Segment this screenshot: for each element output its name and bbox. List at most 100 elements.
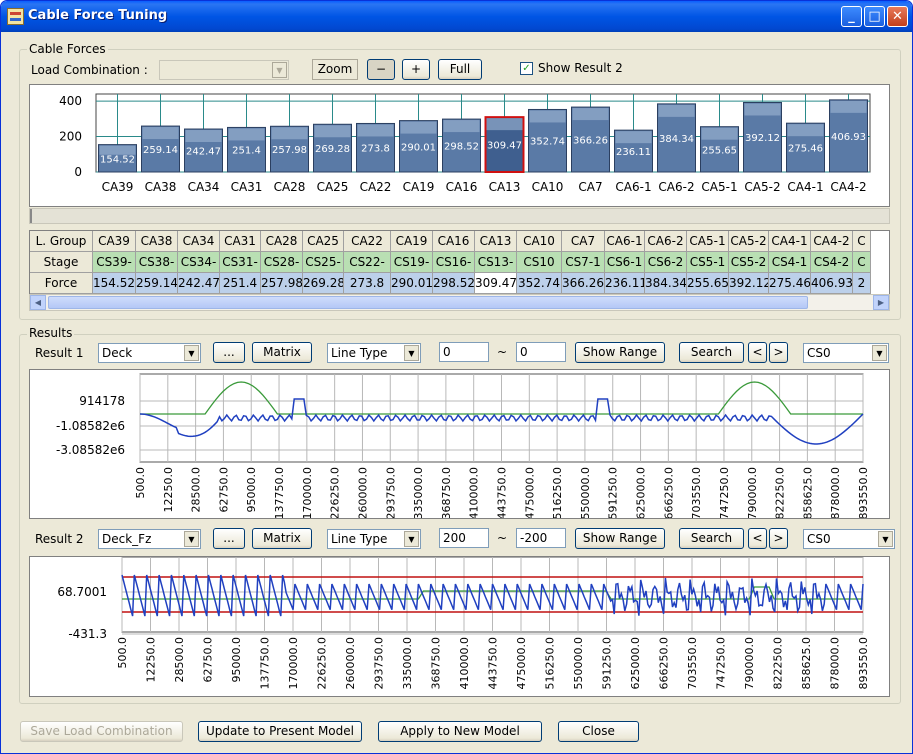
x-tick-label: 368750.0 (430, 637, 443, 690)
table-cell[interactable]: 298.52 (433, 273, 475, 294)
table-cell[interactable]: 290.01 (391, 273, 433, 294)
result2-range-to-input[interactable]: -200 (516, 528, 566, 548)
result1-next-button[interactable]: > (769, 342, 788, 363)
table-cell[interactable]: CS5-1 (687, 252, 729, 273)
result1-chart[interactable]: 914178 -1.08582e6 -3.08582e6 500.0 12250.0 28… (29, 369, 890, 520)
checkmark-icon: ✓ (522, 63, 531, 74)
result1-prev-button[interactable]: < (748, 342, 767, 363)
result1-type-select[interactable]: Deck ▼ (98, 343, 201, 363)
x-tick-label: CA5-1 (701, 180, 737, 194)
table-cell[interactable]: 257.98 (261, 273, 303, 294)
table-row: Force 154.52 259.14 242.47 251.4 257.98 269.28… (30, 273, 871, 294)
result1-browse-button[interactable]: ... (213, 342, 245, 363)
table-cell[interactable]: 251.4 (220, 273, 261, 294)
table-cell[interactable]: CS16- (433, 252, 475, 273)
x-tick-label: CA28 (274, 180, 306, 194)
row-header: Force (30, 273, 93, 294)
update-present-model-button[interactable]: Update to Present Model (198, 721, 362, 742)
result1-line-type-select[interactable]: Line Type ▼ (327, 343, 421, 363)
result1-search-button[interactable]: Search (679, 342, 744, 363)
result2-search-button[interactable]: Search (679, 528, 744, 549)
result2-show-range-button[interactable]: Show Range (575, 528, 665, 549)
result1-range-from-input[interactable]: 0 (439, 342, 489, 362)
bar-value-label: 406.93 (831, 132, 866, 143)
close-button[interactable]: Close (558, 721, 639, 742)
result2-next-button[interactable]: > (769, 528, 788, 549)
result1-range-to-input[interactable]: 0 (516, 342, 566, 362)
show-result2-checkbox[interactable]: ✓ (520, 62, 533, 75)
zoom-out-button[interactable]: − (367, 59, 395, 80)
table-cell[interactable]: 154.52 (93, 273, 136, 294)
result1-show-range-button[interactable]: Show Range (575, 342, 665, 363)
load-combination-select[interactable]: ▼ (159, 60, 289, 80)
table-cell[interactable]: 236.11 (605, 273, 645, 294)
table-cell[interactable]: CS31- (220, 252, 261, 273)
table-cell[interactable]: CS6-1 (605, 252, 645, 273)
maximize-button[interactable]: □ (864, 6, 885, 27)
table-cell[interactable]: CS34- (178, 252, 220, 273)
apply-new-model-button[interactable]: Apply to New Model (378, 721, 542, 742)
result2-stage-select[interactable]: CS0 ▼ (803, 529, 895, 549)
table-cell[interactable]: CS4-2 (811, 252, 853, 273)
bar-value-label: 236.11 (616, 147, 651, 158)
chart-splitter[interactable] (29, 208, 890, 224)
table-cell[interactable]: 406.93 (811, 273, 853, 294)
result1-stage-select[interactable]: CS0 ▼ (803, 343, 889, 363)
x-tick-label: CA4-2 (830, 180, 866, 194)
result2-matrix-button[interactable]: Matrix (252, 528, 312, 549)
scroll-thumb[interactable] (48, 296, 808, 309)
table-cell[interactable]: CS25- (303, 252, 344, 273)
full-button[interactable]: Full (438, 59, 482, 80)
result2-prev-button[interactable]: < (748, 528, 767, 549)
table-cell[interactable]: 273.8 (344, 273, 391, 294)
table-cell[interactable]: CS7-1 (562, 252, 605, 273)
table-cell[interactable]: CS19- (391, 252, 433, 273)
table-cell[interactable]: 275.46 (769, 273, 811, 294)
table-cell[interactable]: 352.74 (517, 273, 562, 294)
column-header: CA39 (93, 231, 136, 252)
x-tick-label: 368750.0 (440, 467, 453, 518)
result2-type-select[interactable]: Deck_Fz ▼ (98, 529, 201, 549)
bar-value-label: 257.98 (272, 145, 307, 156)
table-cell[interactable]: C (853, 252, 871, 273)
table-cell[interactable]: 392.12 (729, 273, 769, 294)
save-load-combination-button[interactable]: Save Load Combination (20, 721, 183, 742)
title-bar[interactable]: Cable Force Tuning _ □ ✕ (1, 1, 912, 32)
table-cell[interactable]: CS39- (93, 252, 136, 273)
table-cell[interactable]: 242.47 (178, 273, 220, 294)
cable-force-bar-chart[interactable]: 400 200 0 154.52 CA39 259.14 CA38 242.47 CA34 251… (29, 84, 890, 207)
table-cell[interactable]: 259.14 (136, 273, 178, 294)
table-cell[interactable]: CS4-1 (769, 252, 811, 273)
table-cell[interactable]: CS5-2 (729, 252, 769, 273)
table-cell[interactable]: CS13- (475, 252, 517, 273)
result2-chart[interactable]: 68.7001 -431.3 500.0 12250.0 28500.0 62750.0 9… (29, 556, 890, 697)
table-cell[interactable]: CS6-2 (645, 252, 687, 273)
table-cell[interactable]: CS10 (517, 252, 562, 273)
table-cell[interactable]: CS38- (136, 252, 178, 273)
table-cell[interactable]: CS28- (261, 252, 303, 273)
x-tick-label: 893550.0 (857, 637, 870, 690)
scroll-left-icon[interactable]: ◀ (30, 295, 46, 310)
bar-highlight (658, 104, 695, 117)
result2-browse-button[interactable]: ... (213, 528, 245, 549)
minimize-button[interactable]: _ (841, 6, 862, 27)
x-tick-label: 443750.0 (496, 467, 509, 518)
table-cell[interactable]: 384.34 (645, 273, 687, 294)
x-tick-label: 410000.0 (458, 637, 471, 690)
table-cell[interactable]: CS22- (344, 252, 391, 273)
x-tick-label: 170000.0 (287, 637, 300, 690)
close-window-button[interactable]: ✕ (887, 6, 908, 27)
table-cell[interactable]: 269.28 (303, 273, 344, 294)
table-cell[interactable]: 366.26 (562, 273, 605, 294)
table-cell[interactable]: 2 (853, 273, 871, 294)
table-cell[interactable]: 309.47 (475, 273, 517, 294)
column-header: CA4-1 (769, 231, 811, 252)
table-horizontal-scrollbar[interactable]: ◀ ▶ (29, 294, 890, 311)
result2-range-from-input[interactable]: 200 (439, 528, 489, 548)
result1-matrix-button[interactable]: Matrix (252, 342, 312, 363)
table-cell[interactable]: 255.65 (687, 273, 729, 294)
result2-line-type-select[interactable]: Line Type ▼ (327, 529, 421, 549)
y-tick-label: -431.3 (68, 627, 107, 641)
zoom-in-button[interactable]: + (402, 59, 430, 80)
scroll-right-icon[interactable]: ▶ (873, 295, 889, 310)
